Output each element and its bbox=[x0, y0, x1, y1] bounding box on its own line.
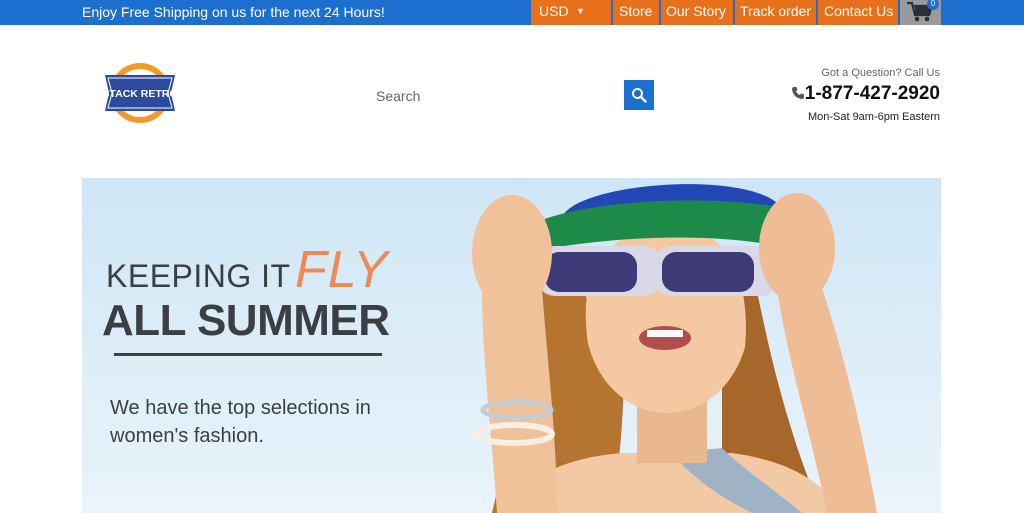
phone-number[interactable]: 1-877-427-2920 bbox=[805, 83, 940, 105]
hero-headline-line2: ALL SUMMER bbox=[102, 296, 390, 345]
phone-icon bbox=[792, 87, 804, 99]
nav-our-story[interactable]: Our Story bbox=[661, 0, 733, 25]
search-icon bbox=[632, 88, 647, 103]
currency-select[interactable]: USD ▼ bbox=[531, 0, 611, 25]
hero-model-image bbox=[472, 184, 877, 513]
help-text: Got a Question? Call Us bbox=[821, 67, 940, 79]
nav-store[interactable]: Store bbox=[613, 0, 659, 25]
nav-contact-us[interactable]: Contact Us bbox=[818, 0, 898, 25]
hero-divider bbox=[114, 353, 382, 356]
top-bar: Enjoy Free Shipping on us for the next 2… bbox=[0, 0, 1024, 25]
nav-track-order[interactable]: Track order bbox=[735, 0, 816, 25]
cart-button[interactable]: 0 bbox=[900, 0, 941, 25]
hero-headline-fly: FLY bbox=[295, 241, 389, 299]
cart-count-badge: 0 bbox=[927, 0, 939, 10]
hero-banner[interactable]: KEEPING IT FLY ALL SUMMER We have the to… bbox=[82, 178, 941, 513]
chevron-down-icon: ▼ bbox=[576, 6, 585, 16]
logo[interactable]: STACK RETRO bbox=[102, 62, 178, 124]
hero-subtitle: We have the top selections in women's fa… bbox=[110, 397, 371, 447]
business-hours: Mon-Sat 9am-6pm Eastern bbox=[807, 111, 940, 123]
currency-value: USD bbox=[539, 3, 569, 19]
logo-text: STACK RETRO bbox=[105, 88, 175, 100]
promo-banner: Enjoy Free Shipping on us for the next 2… bbox=[82, 4, 385, 20]
search-button[interactable] bbox=[624, 80, 654, 110]
hero-headline-line1: KEEPING IT bbox=[106, 258, 291, 294]
search-input[interactable] bbox=[366, 80, 624, 111]
